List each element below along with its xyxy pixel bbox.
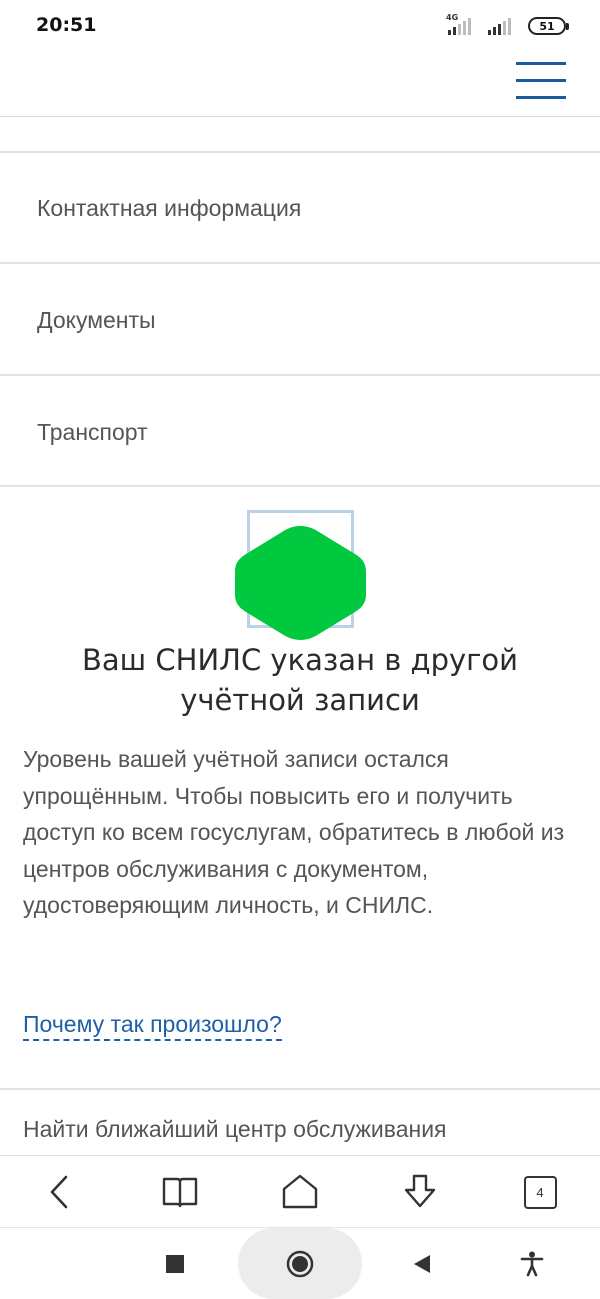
tabs-count: 4 <box>536 1184 544 1200</box>
home-icon <box>282 1174 318 1209</box>
menu-item-label: Транспорт <box>37 418 148 445</box>
green-hexagon-overlay <box>235 526 366 640</box>
system-back-button[interactable] <box>404 1246 440 1282</box>
header-divider <box>0 116 600 117</box>
why-link[interactable]: Почему так произошло? <box>23 1011 282 1041</box>
menu-divider <box>0 262 600 264</box>
download-button[interactable] <box>398 1170 442 1214</box>
recents-icon <box>166 1255 184 1273</box>
accessibility-button[interactable] <box>514 1246 550 1282</box>
home-circle-button[interactable] <box>282 1246 318 1282</box>
bookmarks-button[interactable] <box>158 1170 202 1214</box>
menu-item-label: Документы <box>37 306 156 333</box>
accessibility-icon <box>520 1251 544 1277</box>
bookmarks-icon <box>162 1177 198 1208</box>
menu-item-contacts[interactable]: Контактная информация <box>0 153 600 263</box>
system-navigation-bar <box>0 1228 600 1299</box>
back-triangle-icon <box>414 1255 430 1273</box>
menu-item-transport[interactable]: Транспорт <box>0 377 600 487</box>
status-bar: 20:51 4G 51 <box>0 0 600 52</box>
menu-burger-button[interactable] <box>516 60 566 100</box>
tabs-icon: 4 <box>523 1175 557 1209</box>
status-indicators: 4G 51 <box>446 13 569 36</box>
find-center-link[interactable]: Найти ближайший центр обслуживания <box>23 1116 447 1143</box>
recents-button[interactable] <box>157 1246 193 1282</box>
download-icon <box>404 1174 436 1208</box>
status-time: 20:51 <box>36 14 97 36</box>
browser-toolbar: 4 <box>0 1155 600 1228</box>
signal-icon: 4G <box>446 13 478 35</box>
menu-divider <box>0 374 600 376</box>
menu-item-documents[interactable]: Документы <box>0 265 600 375</box>
home-circle-icon <box>286 1250 314 1278</box>
home-button[interactable] <box>278 1170 322 1214</box>
back-button[interactable] <box>38 1170 82 1214</box>
menu-divider <box>0 485 600 487</box>
tabs-button[interactable]: 4 <box>518 1170 562 1214</box>
message-description: Уровень вашей учётной записи остался упр… <box>23 746 565 918</box>
message-title: Ваш СНИЛС указан в другой учётной записи <box>81 643 519 717</box>
network-type-label: 4G <box>446 13 459 22</box>
signal-icon-2 <box>488 17 518 35</box>
back-icon <box>50 1175 68 1209</box>
battery-icon: 51 <box>528 17 569 35</box>
content-divider <box>0 1088 600 1090</box>
battery-level: 51 <box>539 19 555 33</box>
menu-item-label: Контактная информация <box>37 194 302 221</box>
